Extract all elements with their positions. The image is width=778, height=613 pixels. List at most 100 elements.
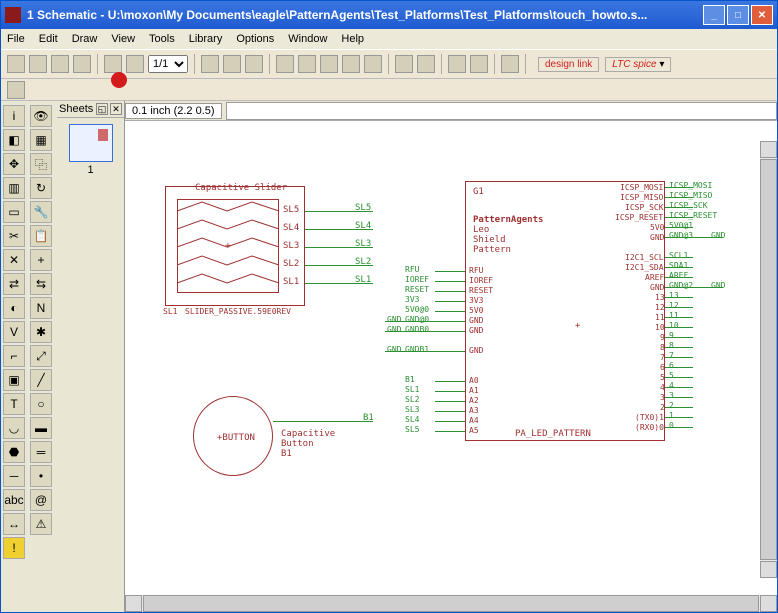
maximize-button[interactable]: □ [727,5,749,25]
miter-tool-icon[interactable]: ⌐ [3,345,25,367]
horizontal-scrollbar[interactable] [125,595,777,612]
rotate-tool-icon[interactable]: ↻ [30,177,52,199]
sheet-thumbnail[interactable] [69,124,113,162]
text-tool-icon[interactable]: T [3,393,25,415]
dimension-tool-icon[interactable]: ↔ [3,513,25,535]
ltc-spice-button[interactable]: LTC spice ▾ [605,57,671,72]
minimize-button[interactable]: _ [703,5,725,25]
grid-icon[interactable] [7,81,25,99]
split-tool-icon[interactable]: ⤢ [30,345,52,367]
mark-tool-icon[interactable]: ▦ [30,129,52,151]
zoom-in-icon[interactable] [298,55,316,73]
info-tool-icon[interactable]: i [3,105,25,127]
coord-bar: 0.1 inch (2.2 0.5) [125,101,777,121]
scroll-thumb[interactable] [760,159,777,560]
main-toolbar: 1/1 design link LTC spice ▾ [1,49,777,79]
cam-icon[interactable] [73,55,91,73]
open-icon[interactable] [7,55,25,73]
mirror-tool-icon[interactable]: ▥ [3,177,25,199]
menu-draw[interactable]: Draw [72,33,98,45]
save-icon[interactable] [29,55,47,73]
menu-tools[interactable]: Tools [149,33,175,45]
display-tool-icon[interactable]: ◧ [3,129,25,151]
zoom-select-icon[interactable] [364,55,382,73]
scroll-right-icon[interactable] [760,595,777,612]
coord-readout: 0.1 inch (2.2 0.5) [125,103,222,119]
rect-tool-icon[interactable]: ▬ [30,417,52,439]
command-input[interactable] [226,102,777,120]
show-tool-icon[interactable]: 👁 [30,105,52,127]
add-tool-icon[interactable]: + [30,249,52,271]
label-tool-icon[interactable]: abc [3,489,25,511]
close-button[interactable]: ✕ [751,5,773,25]
sheet-icon[interactable] [126,55,144,73]
script-icon[interactable] [223,55,241,73]
ic-pin-label: A2 [469,396,479,405]
sheets-detach-icon[interactable]: ◱ [96,103,108,115]
group-tool-icon[interactable]: ▭ [3,201,25,223]
help-icon[interactable] [501,55,519,73]
menu-library[interactable]: Library [189,33,223,45]
pinswap-tool-icon[interactable]: ⇄ [3,273,25,295]
sheets-close-icon[interactable]: ✕ [110,103,122,115]
junction-tool-icon[interactable]: • [30,465,52,487]
smash-tool-icon[interactable]: ✱ [30,321,52,343]
menu-view[interactable]: View [111,33,135,45]
copy-tool-icon[interactable]: ⿻ [30,153,52,175]
ic-pin-label: IOREF [469,276,493,285]
replace-tool-icon[interactable]: ◐ [3,297,25,319]
zoom-fit-icon[interactable] [276,55,294,73]
bus-tool-icon[interactable]: ═ [30,441,52,463]
gateswap-tool-icon[interactable]: ⇆ [30,273,52,295]
menu-window[interactable]: Window [288,33,327,45]
invoke-tool-icon[interactable]: ▣ [3,369,25,391]
menu-file[interactable]: File [7,33,25,45]
polygon-tool-icon[interactable]: ⬣ [3,441,25,463]
cut-tool-icon[interactable]: ✂ [3,225,25,247]
value-tool-icon[interactable]: V [3,321,25,343]
menu-options[interactable]: Options [236,33,274,45]
arc-tool-icon[interactable]: ◡ [3,417,25,439]
net-wire [435,351,465,352]
attribute-tool-icon[interactable]: @ [30,489,52,511]
net-label: ICSP_RESET [669,211,717,220]
board-icon[interactable] [104,55,122,73]
redo-icon[interactable] [417,55,435,73]
ulp-icon[interactable] [245,55,263,73]
zoom-out-icon[interactable] [320,55,338,73]
move-tool-icon[interactable]: ✥ [3,153,25,175]
scroll-up-icon[interactable] [760,141,777,158]
change-tool-icon[interactable]: 🔧 [30,201,52,223]
ic-text: Leo [473,225,489,235]
delete-tool-icon[interactable]: ✕ [3,249,25,271]
vertical-scrollbar[interactable] [760,141,777,578]
use-icon[interactable] [201,55,219,73]
net-wire [435,401,465,402]
menu-edit[interactable]: Edit [39,33,58,45]
circle-tool-icon[interactable]: ○ [30,393,52,415]
erc-tool-icon[interactable]: ⚠ [30,513,52,535]
ic-pin-label: GND [469,346,483,355]
scroll-down-icon[interactable] [760,561,777,578]
wire-tool-icon[interactable]: ╱ [30,369,52,391]
menu-help[interactable]: Help [341,33,364,45]
net-tool-icon[interactable]: ─ [3,465,25,487]
net-wire [435,291,465,292]
go-icon[interactable] [470,55,488,73]
net-label: B1 [405,375,415,384]
design-link-button[interactable]: design link [538,57,599,72]
schematic-canvas[interactable]: Capacitive Slider + SL1 SLIDER_PASSIVE.5… [125,121,777,595]
slider-pin-label: SL1 [283,277,299,287]
scroll-thumb[interactable] [143,595,759,612]
zoom-redraw-icon[interactable] [342,55,360,73]
slider-pattern-icon: + [177,199,279,293]
scroll-left-icon[interactable] [125,595,142,612]
paste-tool-icon[interactable]: 📋 [30,225,52,247]
print-icon[interactable] [51,55,69,73]
slider-pin-label: SL2 [283,259,299,269]
sheet-select[interactable]: 1/1 [148,55,188,73]
stop-icon[interactable] [448,55,466,73]
undo-icon[interactable] [395,55,413,73]
name-tool-icon[interactable]: N [30,297,52,319]
errors-tool-icon[interactable]: ! [3,537,25,559]
